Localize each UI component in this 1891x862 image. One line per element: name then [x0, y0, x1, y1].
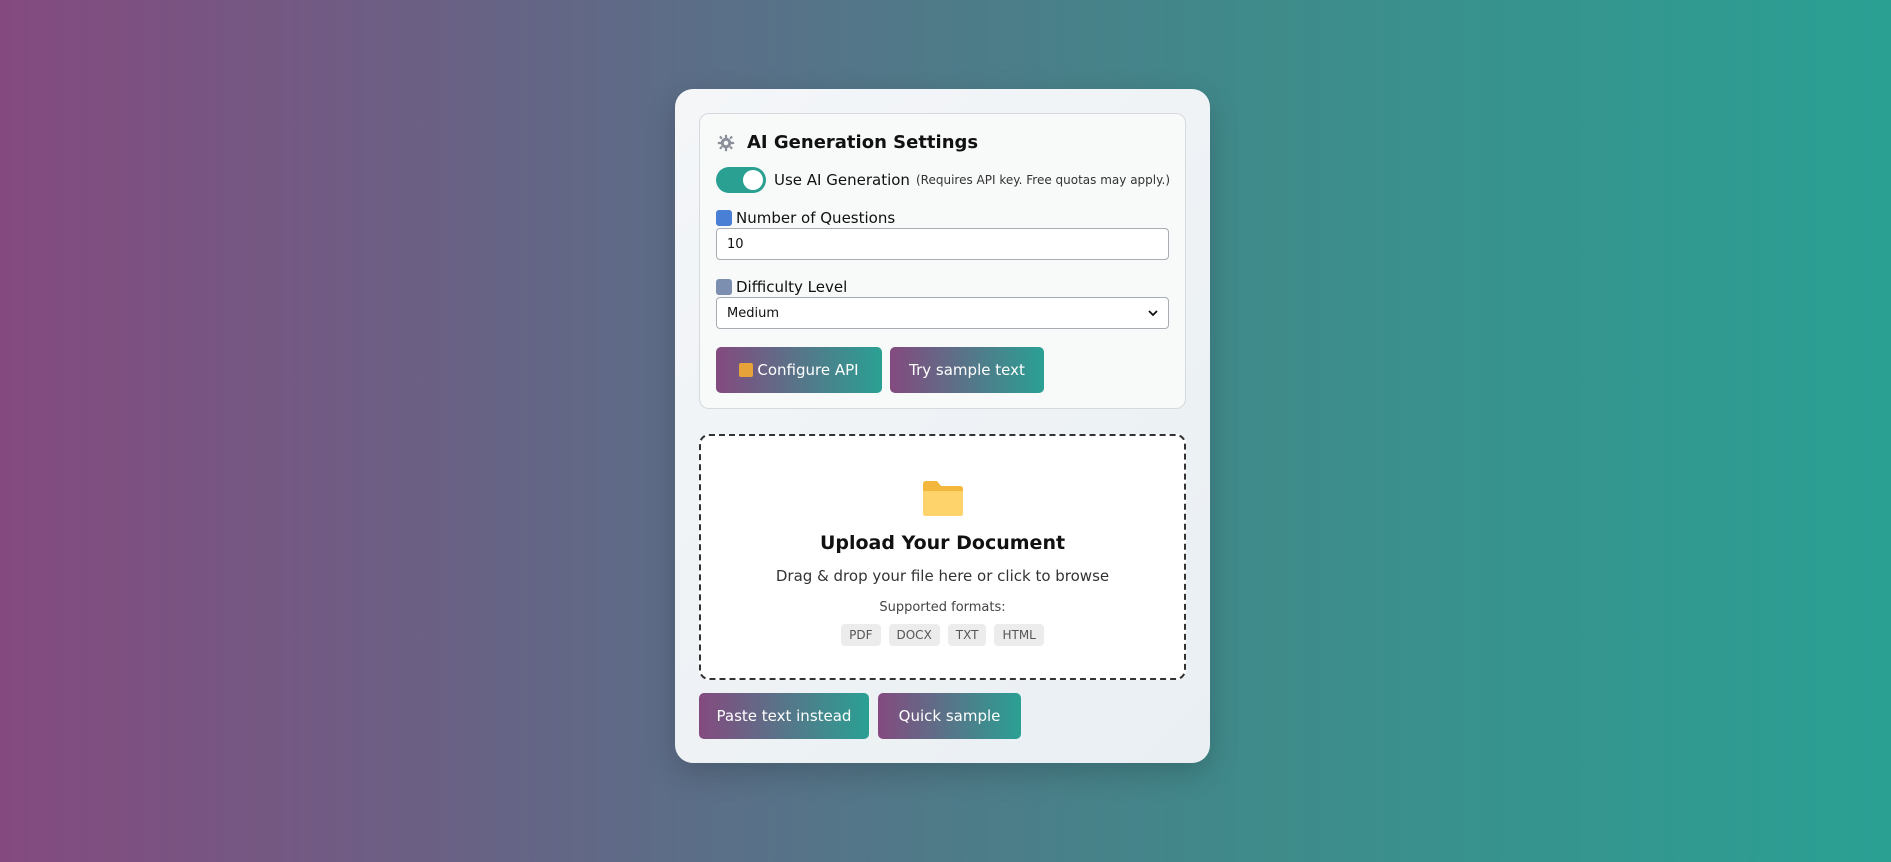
format-chip: PDF: [841, 624, 881, 646]
try-sample-text-label: Try sample text: [909, 361, 1025, 379]
folder-icon: [923, 481, 963, 516]
ai-toggle-note: (Requires API key. Free quotas may apply…: [916, 173, 1170, 187]
upload-subtitle: Drag & drop your file here or click to b…: [775, 567, 1110, 585]
quick-sample-label: Quick sample: [898, 707, 1001, 725]
settings-title: AI Generation Settings: [717, 132, 978, 153]
difficulty-icon: [716, 279, 732, 295]
questions-input[interactable]: [716, 228, 1169, 260]
upload-title: Upload Your Document: [819, 532, 1066, 554]
settings-title-text: AI Generation Settings: [747, 132, 979, 153]
format-chip: TXT: [947, 624, 987, 646]
paste-text-label: Paste text instead: [716, 707, 852, 725]
generator-card: AI Generation Settings Use AI Generation…: [675, 89, 1210, 763]
questions-label: Number of Questions: [716, 209, 895, 227]
format-chip: HTML: [994, 624, 1044, 646]
difficulty-label: Difficulty Level: [716, 278, 847, 296]
numbers-icon: [716, 210, 732, 226]
ai-toggle-label: Use AI Generation: [774, 171, 910, 189]
try-sample-text-button[interactable]: Try sample text: [890, 347, 1044, 393]
format-chips: PDF DOCX TXT HTML: [701, 624, 1184, 646]
upload-dropzone[interactable]: Upload Your Document Drag & drop your fi…: [699, 434, 1186, 680]
lock-icon: [739, 363, 754, 377]
paste-text-button[interactable]: Paste text instead: [699, 693, 869, 739]
questions-label-text: Number of Questions: [736, 209, 896, 227]
difficulty-select-value: Medium: [727, 305, 779, 321]
difficulty-select[interactable]: Medium: [716, 297, 1169, 329]
quick-sample-button[interactable]: Quick sample: [878, 693, 1021, 739]
configure-api-label: Configure API: [757, 361, 859, 379]
ai-toggle-row: Use AI Generation (Requires API key. Fre…: [716, 167, 1170, 193]
gear-icon: [717, 134, 735, 151]
formats-label: Supported formats:: [879, 600, 1006, 615]
difficulty-label-text: Difficulty Level: [736, 278, 848, 296]
chevron-down-icon: [1148, 310, 1158, 317]
ai-settings-panel: AI Generation Settings Use AI Generation…: [699, 113, 1186, 409]
configure-api-button[interactable]: Configure API: [716, 347, 882, 393]
toggle-knob: [743, 170, 763, 190]
ai-generation-toggle[interactable]: [716, 167, 766, 193]
format-chip: DOCX: [888, 624, 940, 646]
